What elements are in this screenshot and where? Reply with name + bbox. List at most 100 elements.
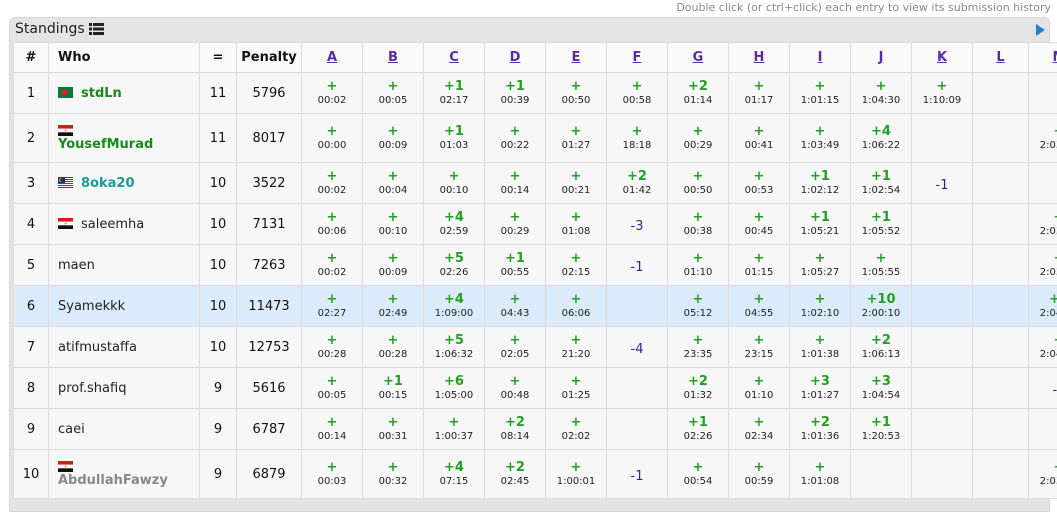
problem-cell-i[interactable]: +11:05:21 bbox=[790, 204, 851, 245]
problem-cell-e[interactable]: +02:15 bbox=[546, 245, 607, 286]
contestant-name[interactable]: 8oka20 bbox=[81, 176, 135, 191]
problem-cell-j[interactable]: +11:02:54 bbox=[851, 163, 912, 204]
problem-cell-l[interactable] bbox=[973, 368, 1029, 409]
problem-cell-m[interactable]: +2:03:17 bbox=[1029, 114, 1057, 163]
problem-link-h[interactable]: H bbox=[754, 50, 765, 65]
problem-cell-e[interactable]: +01:25 bbox=[546, 368, 607, 409]
problem-cell-a[interactable]: +00:06 bbox=[302, 204, 363, 245]
problem-cell-i[interactable]: +1:05:27 bbox=[790, 245, 851, 286]
problem-cell-c[interactable]: +101:03 bbox=[424, 114, 485, 163]
problem-cell-c[interactable]: +407:15 bbox=[424, 450, 485, 499]
contestant-name[interactable]: atifmustaffa bbox=[58, 340, 137, 355]
problem-cell-c[interactable]: +102:17 bbox=[424, 73, 485, 114]
problem-cell-b[interactable]: +00:09 bbox=[363, 114, 424, 163]
problem-cell-b[interactable]: +00:10 bbox=[363, 204, 424, 245]
problem-cell-l[interactable] bbox=[973, 114, 1029, 163]
problem-link-b[interactable]: B bbox=[388, 50, 398, 65]
problem-cell-e[interactable]: +00:50 bbox=[546, 73, 607, 114]
problem-cell-d[interactable]: +02:05 bbox=[485, 327, 546, 368]
problem-cell-a[interactable]: +00:02 bbox=[302, 245, 363, 286]
problem-cell-c[interactable]: +41:09:00 bbox=[424, 286, 485, 327]
problem-cell-k[interactable] bbox=[912, 204, 973, 245]
problem-link-c[interactable]: C bbox=[449, 50, 459, 65]
standings-row[interactable]: 5maen107263+00:02+00:09+502:26+100:55+02… bbox=[14, 245, 1057, 286]
problem-cell-m[interactable] bbox=[1029, 409, 1057, 450]
problem-cell-h[interactable]: +01:17 bbox=[729, 73, 790, 114]
contestant-name[interactable]: prof.shafiq bbox=[58, 381, 126, 396]
problem-cell-g[interactable]: +00:29 bbox=[668, 114, 729, 163]
contestant-name[interactable]: Syamekkk bbox=[58, 299, 125, 314]
problem-link-m[interactable]: M bbox=[1053, 50, 1057, 65]
problem-cell-f[interactable]: -1 bbox=[607, 450, 668, 499]
problem-cell-e[interactable]: +1:00:01 bbox=[546, 450, 607, 499]
contestant-name[interactable]: YousefMurad bbox=[58, 137, 153, 152]
contestant-name[interactable]: stdLn bbox=[81, 86, 122, 101]
problem-cell-m[interactable]: +12:04:41 bbox=[1029, 286, 1057, 327]
problem-cell-j[interactable]: +31:04:54 bbox=[851, 368, 912, 409]
problem-cell-l[interactable] bbox=[973, 409, 1029, 450]
problem-cell-a[interactable]: +02:27 bbox=[302, 286, 363, 327]
problem-cell-k[interactable] bbox=[912, 286, 973, 327]
problem-cell-l[interactable] bbox=[973, 204, 1029, 245]
standings-row[interactable]: 38oka20103522+00:02+00:04+00:10+00:14+00… bbox=[14, 163, 1057, 204]
problem-cell-g[interactable]: +201:32 bbox=[668, 368, 729, 409]
problem-cell-h[interactable]: +04:55 bbox=[729, 286, 790, 327]
standings-row[interactable]: 1stdLn115796+00:02+00:05+102:17+100:39+0… bbox=[14, 73, 1057, 114]
problem-cell-c[interactable]: +61:05:00 bbox=[424, 368, 485, 409]
problem-cell-f[interactable] bbox=[607, 368, 668, 409]
problem-cell-h[interactable]: +01:10 bbox=[729, 368, 790, 409]
problem-cell-d[interactable]: +04:43 bbox=[485, 286, 546, 327]
problem-cell-i[interactable]: +11:02:12 bbox=[790, 163, 851, 204]
problem-cell-j[interactable]: +11:20:53 bbox=[851, 409, 912, 450]
problem-cell-d[interactable]: +00:29 bbox=[485, 204, 546, 245]
problem-link-l[interactable]: L bbox=[996, 50, 1004, 65]
problem-cell-b[interactable]: +00:09 bbox=[363, 245, 424, 286]
problem-cell-g[interactable]: +00:50 bbox=[668, 163, 729, 204]
problem-cell-l[interactable] bbox=[973, 73, 1029, 114]
problem-cell-c[interactable]: +402:59 bbox=[424, 204, 485, 245]
problem-cell-c[interactable]: +00:10 bbox=[424, 163, 485, 204]
problem-cell-h[interactable]: +02:34 bbox=[729, 409, 790, 450]
problem-cell-h[interactable]: +00:59 bbox=[729, 450, 790, 499]
problem-link-f[interactable]: F bbox=[633, 50, 642, 65]
problem-cell-d[interactable]: +00:22 bbox=[485, 114, 546, 163]
problem-cell-i[interactable]: +1:02:10 bbox=[790, 286, 851, 327]
problem-cell-c[interactable]: +1:00:37 bbox=[424, 409, 485, 450]
problem-cell-e[interactable]: +00:21 bbox=[546, 163, 607, 204]
problem-cell-m[interactable] bbox=[1029, 73, 1057, 114]
problem-cell-e[interactable]: +01:08 bbox=[546, 204, 607, 245]
problem-cell-k[interactable] bbox=[912, 450, 973, 499]
problem-cell-f[interactable]: +18:18 bbox=[607, 114, 668, 163]
problem-cell-k[interactable]: -1 bbox=[912, 163, 973, 204]
problem-cell-i[interactable]: +1:03:49 bbox=[790, 114, 851, 163]
standings-row[interactable]: 6Syamekkk1011473+02:27+02:49+41:09:00+04… bbox=[14, 286, 1057, 327]
contestant-name[interactable]: caei bbox=[58, 422, 85, 437]
problem-cell-k[interactable] bbox=[912, 409, 973, 450]
problem-cell-m[interactable]: -4 bbox=[1029, 368, 1057, 409]
standings-row[interactable]: 4saleemha107131+00:06+00:10+402:59+00:29… bbox=[14, 204, 1057, 245]
contestant-name[interactable]: AbdullahFawzy bbox=[58, 473, 168, 488]
problem-cell-a[interactable]: +00:28 bbox=[302, 327, 363, 368]
problem-cell-g[interactable]: +201:14 bbox=[668, 73, 729, 114]
problem-cell-b[interactable]: +00:05 bbox=[363, 73, 424, 114]
problem-cell-f[interactable]: +201:42 bbox=[607, 163, 668, 204]
problem-cell-d[interactable]: +00:48 bbox=[485, 368, 546, 409]
problem-cell-m[interactable]: +2:04:39 bbox=[1029, 327, 1057, 368]
problem-cell-c[interactable]: +502:26 bbox=[424, 245, 485, 286]
problem-cell-j[interactable]: +1:04:30 bbox=[851, 73, 912, 114]
problem-cell-a[interactable]: +00:05 bbox=[302, 368, 363, 409]
standings-row[interactable]: 8prof.shafiq95616+00:05+100:15+61:05:00+… bbox=[14, 368, 1057, 409]
problem-cell-e[interactable]: +02:02 bbox=[546, 409, 607, 450]
contestant-name[interactable]: maen bbox=[58, 258, 95, 273]
problem-cell-d[interactable]: +202:45 bbox=[485, 450, 546, 499]
standings-row[interactable]: 7atifmustaffa1012753+00:28+00:28+51:06:3… bbox=[14, 327, 1057, 368]
problem-cell-d[interactable]: +100:55 bbox=[485, 245, 546, 286]
problem-cell-d[interactable]: +100:39 bbox=[485, 73, 546, 114]
problem-cell-k[interactable] bbox=[912, 368, 973, 409]
problem-cell-m[interactable]: +2:03:23 bbox=[1029, 204, 1057, 245]
problem-cell-a[interactable]: +00:02 bbox=[302, 73, 363, 114]
problem-cell-h[interactable]: +01:15 bbox=[729, 245, 790, 286]
problem-cell-f[interactable]: -3 bbox=[607, 204, 668, 245]
problem-cell-k[interactable]: +1:10:09 bbox=[912, 73, 973, 114]
arrow-right-icon[interactable] bbox=[1036, 24, 1045, 36]
